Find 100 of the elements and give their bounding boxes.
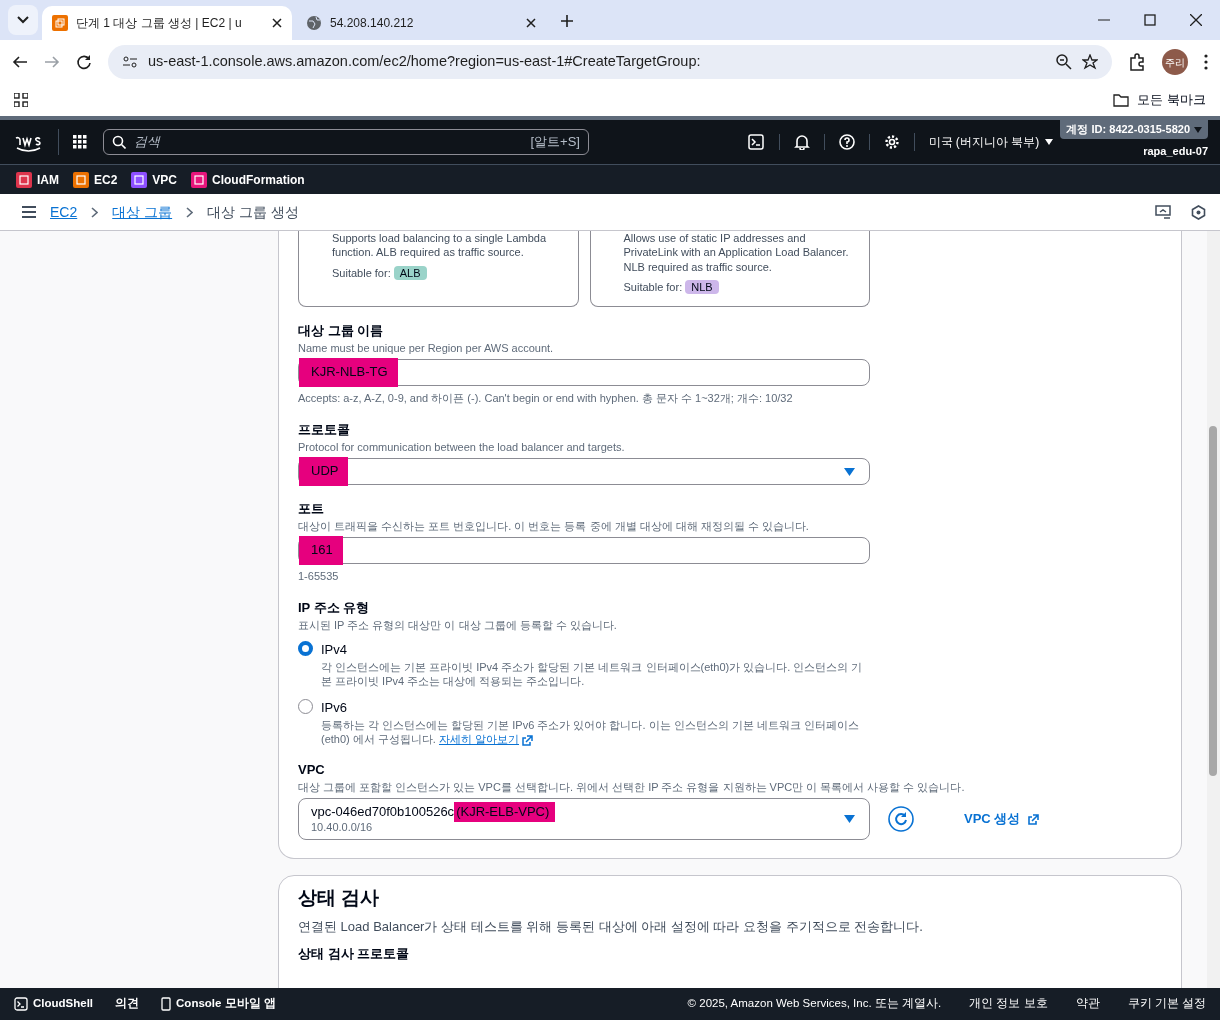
create-vpc-link[interactable]: VPC 생성 — [964, 809, 1040, 829]
option-label[interactable]: IPv4 — [321, 640, 869, 660]
field-value: UDP — [299, 457, 349, 486]
card-description: NLB required as traffic source. — [623, 259, 773, 274]
apps-icon[interactable] — [14, 93, 28, 107]
field-description: 대상이 트래픽을 수신하는 포트 번호입니다. 이 번호는 등록 중에 개별 대상에 대해 재정의될 수 있습니다. — [298, 518, 810, 533]
option-description: 등록하는 각 인스턴스에는 할당된 기본 IPv6 주소가 있어야 합니다. 이는 인스턴스의 기본 네트워크 인터페이스 (eth0) 에서 구성됩니다. 자세히 알아보기 — [321, 717, 860, 747]
hexagon-icon[interactable] — [1191, 204, 1206, 220]
copyright-text: © 2025, Amazon Web Services, Inc. 또는 계열사. — [687, 996, 942, 1012]
site-settings-icon — [122, 55, 138, 69]
bell-icon[interactable] — [793, 134, 810, 150]
profile-avatar[interactable]: 주리 — [1162, 49, 1188, 75]
breadcrumb-current: 대상 그룹 생성 — [207, 202, 299, 222]
globe-icon — [306, 15, 322, 31]
option-label[interactable]: IPv6 — [321, 698, 869, 718]
forward-icon[interactable] — [44, 54, 60, 70]
field-label: 포트 — [298, 500, 325, 519]
card-description: PrivateLink with an Application Load Balancer. — [623, 245, 850, 260]
caret-icon — [1045, 139, 1054, 145]
cloudshell-icon[interactable] — [748, 134, 764, 150]
load-balancer-tag: ALB — [393, 265, 427, 280]
favorite-service[interactable]: IAM — [16, 170, 59, 189]
caret-icon — [844, 467, 855, 476]
menu-icon[interactable] — [22, 206, 36, 218]
field-label: 상태 검사 프로토콜 — [298, 945, 411, 964]
input-field[interactable]: 161 — [298, 536, 870, 564]
zoom-icon[interactable] — [1056, 54, 1072, 70]
browser-tab[interactable]: 54.208.140.212 — [296, 6, 546, 40]
favorite-service[interactable]: CloudFormation — [191, 170, 305, 189]
help-icon[interactable] — [838, 134, 855, 150]
monitor-icon[interactable] — [1155, 204, 1171, 220]
chevron-right-icon — [186, 206, 194, 218]
search-icon — [112, 135, 126, 149]
tab-list-button[interactable] — [8, 5, 38, 35]
reload-icon[interactable] — [76, 54, 92, 70]
extensions-icon[interactable] — [1128, 53, 1146, 71]
new-tab-icon[interactable] — [560, 14, 574, 28]
field-value: KJR-NLB-TG — [299, 358, 398, 387]
footer-link[interactable]: 개인 정보 보호 — [969, 995, 1048, 1013]
external-link-icon — [1028, 813, 1040, 825]
phone-icon — [161, 997, 172, 1011]
search-field[interactable]: 검색 [알트+S] — [103, 129, 589, 155]
field-label: 대상 그룹 이름 — [298, 322, 385, 340]
suitable-label: Suitable for: — [332, 266, 392, 279]
field-value: 161 — [299, 536, 343, 565]
cloudshell-icon — [14, 997, 28, 1011]
bookmarks-button[interactable]: 모든 북마크 — [1113, 90, 1206, 110]
vpc-name: (KJR-ELB-VPC) — [454, 802, 556, 823]
caret-icon — [1194, 127, 1202, 134]
footer-link[interactable]: Console 모바일 앱 — [161, 995, 276, 1013]
breadcrumb-link[interactable]: EC2 — [50, 201, 78, 223]
user-menu[interactable]: rapa_edu-07 — [1143, 142, 1208, 160]
vpc-select[interactable]: vpc-046ed70f0b100526c(KJR-ELB-VPC) 10.40.0.0/16 — [298, 798, 870, 841]
footer-link[interactable]: CloudShell — [14, 995, 94, 1013]
radio-button[interactable] — [298, 641, 313, 657]
learn-more-link[interactable]: 자세히 알아보기 — [438, 733, 534, 746]
favorite-service[interactable]: VPC — [131, 170, 178, 189]
close-icon[interactable] — [272, 18, 282, 28]
favorite-service[interactable]: EC2 — [73, 170, 118, 189]
maximize-icon[interactable] — [1144, 14, 1156, 26]
card-description: function. ALB required as traffic source. — [332, 245, 525, 260]
apps-icon[interactable] — [73, 135, 87, 149]
folder-icon — [1113, 93, 1130, 107]
caret-icon — [844, 815, 855, 824]
field-description: Name must be unique per Region per AWS account. — [298, 340, 555, 355]
external-link-icon — [522, 734, 534, 746]
field-description: 대상 그룹에 포함할 인스턴스가 있는 VPC를 선택합니다. 위에서 선택한 IP 주소 유형을 지원하는 VPC만 이 목록에서 사용할 수 있습니다. — [298, 779, 966, 795]
input-field[interactable]: KJR-NLB-TG — [298, 358, 870, 386]
footer-link[interactable]: 약관 — [1075, 995, 1100, 1013]
back-icon[interactable] — [12, 54, 28, 70]
browser-tab[interactable]: 단계 1 대상 그룹 생성 | EC2 | u — [42, 6, 292, 40]
option-description: 각 인스턴스에는 기본 프라이빗 IPv4 주소가 할당된 기본 네트워크 인터페이스(eth0)가 있습니다. 인스턴스의 기본 프라이빗 IPv4 주소는 대상에 적용되는 주소입니다. — [321, 659, 864, 689]
settings-icon[interactable] — [883, 134, 900, 150]
suitable-label: Suitable for: — [623, 280, 684, 293]
card-description: Supports load balancing to a single Lambda — [332, 231, 548, 246]
target-type-card[interactable]: Supports load balancing to a single Lambda function. ALB required as traffic source. Suitable for: ALB — [298, 231, 579, 307]
field-description: 표시된 IP 주소 유형의 대상만 이 대상 그룹에 등록할 수 있습니다. — [298, 617, 618, 633]
footer-link[interactable]: 쿠키 기본 설정 — [1127, 995, 1206, 1013]
target-type-card[interactable]: Allows use of static IP addresses and PrivateLink with an Application Load Balancer. NLB required as traffic source. Suitable for: NLB — [589, 231, 870, 307]
field-hint: Accepts: a-z, A-Z, 0-9, and 하이픈 (-). Can't begin or end with hyphen. 총 문자 수 1~32개; 개수: 10/32 — [298, 390, 794, 406]
account-menu[interactable]: 계정 ID: 8422-0315-5820 — [1060, 120, 1208, 139]
load-balancer-tag: NLB — [685, 279, 719, 294]
section-description: 연결된 Load Balancer가 상태 테스트를 위해 등록된 대상에 아래 설정에 따라 요청을 주기적으로 전송합니다. — [298, 917, 924, 936]
scrollbar[interactable] — [1207, 231, 1220, 988]
region-menu[interactable]: 미국 (버지니아 북부) — [913, 133, 1054, 151]
field-label: VPC — [298, 761, 326, 780]
card-description: Allows use of static IP addresses and — [623, 231, 807, 246]
protocol-select[interactable]: UDP — [298, 458, 870, 486]
footer-link[interactable]: 의견 — [115, 995, 140, 1013]
address-bar[interactable]: us-east-1.console.aws.amazon.com/ec2/home?region=us-east-1#CreateTargetGroup: — [108, 45, 1112, 79]
menu-icon[interactable] — [1204, 54, 1208, 70]
star-icon[interactable] — [1082, 54, 1098, 70]
close-icon[interactable] — [1190, 14, 1202, 26]
field-description: Protocol for communication between the load balancer and targets. — [298, 439, 626, 455]
field-hint: 1-65535 — [298, 568, 340, 584]
vpc-id: vpc-046ed70f0b100526c — [311, 804, 455, 820]
breadcrumb-link[interactable]: 대상 그룹 — [112, 201, 173, 223]
refresh-button[interactable] — [888, 806, 914, 833]
close-icon[interactable] — [526, 18, 536, 28]
vpc-cidr: 10.40.0.0/16 — [311, 819, 374, 835]
